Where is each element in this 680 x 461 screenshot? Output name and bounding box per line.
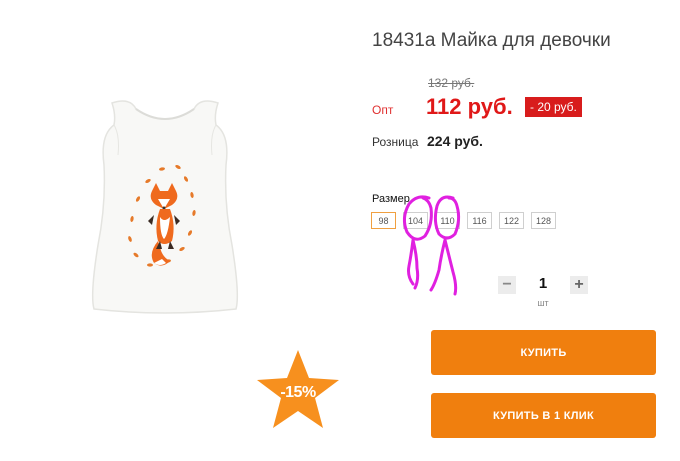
retail-price-label: Розница	[372, 135, 419, 149]
size-options: 98 104 110 116 122 128	[371, 212, 556, 229]
size-option-116[interactable]: 116	[467, 212, 492, 229]
retail-price-value: 224 руб.	[427, 133, 483, 149]
hand-drawn-annotation	[402, 195, 461, 296]
opt-price-label: Опт	[372, 103, 394, 117]
buy-one-click-button[interactable]: КУПИТЬ В 1 КЛИК	[431, 393, 656, 438]
quantity-increase-button[interactable]: +	[570, 276, 588, 294]
size-option-104[interactable]: 104	[403, 212, 428, 229]
size-option-110[interactable]: 110	[435, 212, 460, 229]
product-title: 18431а Майка для девочки	[372, 30, 611, 51]
quantity-unit: шт	[537, 298, 549, 308]
product-image	[90, 95, 240, 315]
price-discount-badge: - 20 руб.	[525, 97, 582, 117]
old-price: 132 руб.	[428, 76, 475, 90]
size-option-128[interactable]: 128	[531, 212, 556, 229]
buy-button[interactable]: КУПИТЬ	[431, 330, 656, 375]
opt-price-value: 112 руб.	[426, 94, 513, 119]
size-option-122[interactable]: 122	[499, 212, 524, 229]
quantity-decrease-button[interactable]: −	[498, 276, 516, 294]
size-label: Размер	[372, 193, 410, 205]
quantity-value[interactable]: 1	[533, 275, 553, 292]
discount-star-badge: -15%	[255, 348, 341, 434]
size-option-98[interactable]: 98	[371, 212, 396, 229]
discount-percent: -15%	[280, 384, 316, 401]
